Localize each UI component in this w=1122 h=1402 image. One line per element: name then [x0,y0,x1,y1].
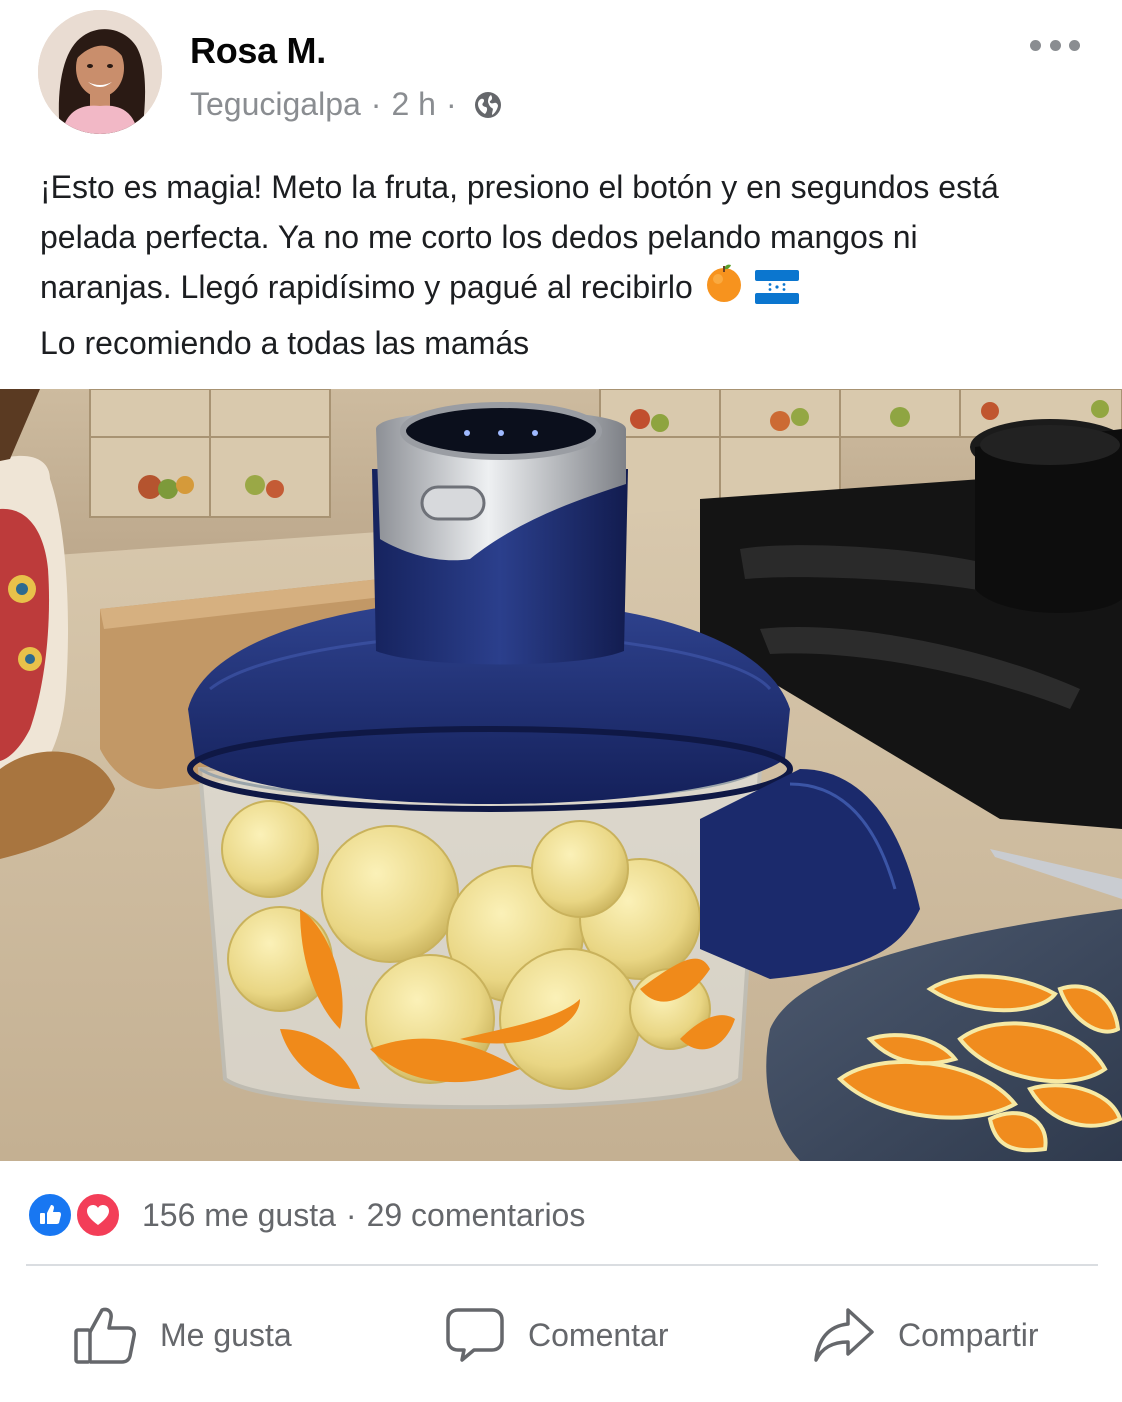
more-horizontal-icon [1030,39,1041,51]
more-dot [1069,39,1080,51]
post-text-segment: naranjas. Llegó rapidísimo y pagué al re… [40,269,693,305]
post-text-line: Lo recomiendo a todas las mamás [40,325,530,361]
comments-count[interactable]: 29 comentarios [367,1197,586,1233]
meta-separator-2: · [445,86,457,122]
post-text-line: naranjas. Llegó rapidísimo y pagué al re… [40,262,1090,318]
share-icon [814,1308,874,1362]
share-button[interactable]: Compartir [812,1290,1038,1380]
post-photo[interactable] [0,389,1122,1161]
like-button[interactable]: Me gusta [72,1290,292,1380]
thumbs-up-icon [74,1307,136,1364]
more-options-button[interactable] [1030,30,1080,60]
post-actions: Me gusta Comentar Compartir [0,1290,1122,1380]
post-text: ¡Esto es magia! Meto la fruta, presiono … [40,162,1090,368]
divider [26,1264,1098,1266]
love-icon [74,1191,122,1239]
post-meta: Tegucigalpa · 2 h · [190,86,503,123]
comment-icon [446,1308,504,1362]
comment-label: Comentar [528,1316,669,1353]
post-header: Rosa M. Tegucigalpa · 2 h · [0,0,1122,150]
reaction-separator: · [345,1196,357,1233]
post-time[interactable]: 2 h [391,86,435,123]
comment-button[interactable]: Comentar [444,1290,669,1380]
reactions-summary[interactable]: 156 me gusta · 29 comentarios [26,1190,585,1240]
honduras-flag-icon [754,268,799,318]
globe-icon[interactable] [473,90,503,120]
post-location[interactable]: Tegucigalpa [190,86,361,123]
meta-separator: · [370,86,382,122]
post-text-line: ¡Esto es magia! Meto la fruta, presiono … [40,169,999,205]
like-icon [26,1191,74,1239]
post-text-line: pelada perfecta. Ya no me corto los dedo… [40,219,918,255]
likes-count[interactable]: 156 me gusta [142,1197,336,1233]
author-name[interactable]: Rosa M. [190,30,326,72]
like-label: Me gusta [160,1316,292,1353]
orange-emoji-icon [703,262,745,318]
reaction-icons [26,1190,126,1240]
more-dot [1049,39,1061,51]
author-avatar[interactable] [38,10,162,134]
share-label: Compartir [898,1316,1039,1353]
reaction-counts: 156 me gusta · 29 comentarios [142,1197,585,1234]
